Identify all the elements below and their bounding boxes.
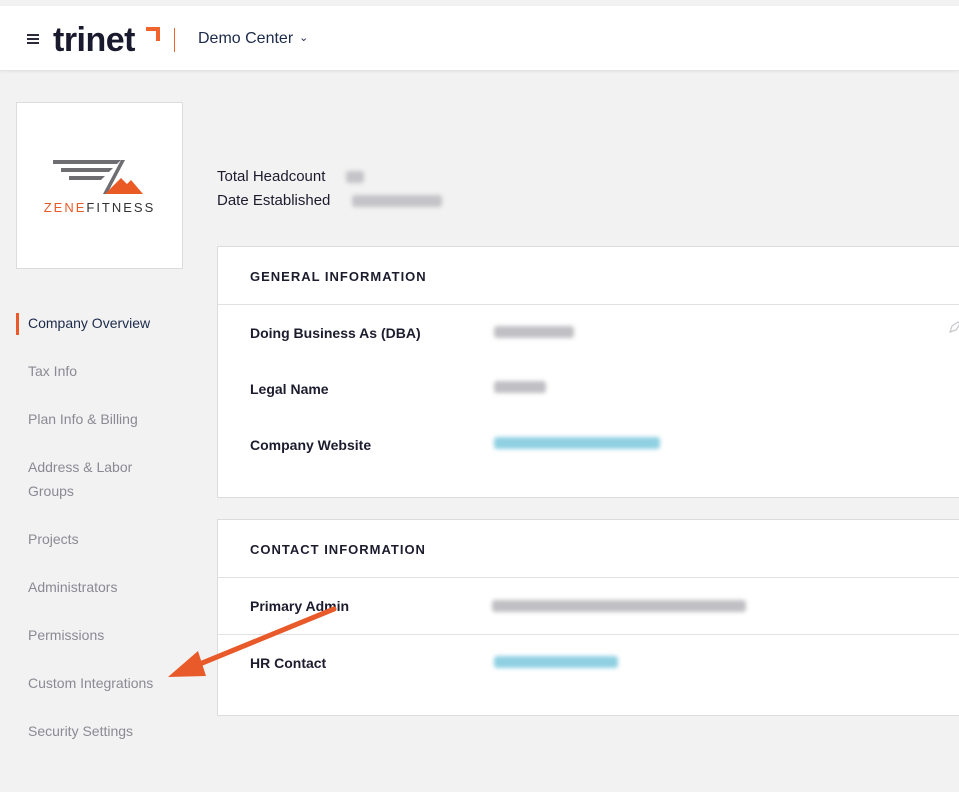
general-information-card: GENERAL INFORMATION Doing Business As (D… bbox=[217, 246, 959, 498]
primary-admin-label: Primary Admin bbox=[250, 598, 350, 614]
dba-label: Doing Business As (DBA) bbox=[250, 325, 421, 341]
hr-contact-label: HR Contact bbox=[250, 655, 327, 671]
edit-pencil-icon[interactable] bbox=[949, 321, 959, 333]
trinet-logo[interactable]: trinet bbox=[53, 20, 163, 60]
date-established-label: Date Established bbox=[217, 192, 331, 209]
sidebar-item-label: Tax Info bbox=[28, 363, 78, 379]
company-website-label: Company Website bbox=[250, 437, 372, 453]
hr-contact-link-redacted[interactable] bbox=[494, 656, 618, 668]
logo-corner-mark bbox=[146, 27, 160, 41]
contact-information-title: CONTACT INFORMATION bbox=[250, 542, 426, 557]
legal-name-value-redacted bbox=[494, 381, 546, 393]
sidebar-item-label: Administrators bbox=[28, 579, 118, 595]
account-switcher[interactable]: Demo Center ⌄ bbox=[198, 30, 308, 48]
zenefitness-logo-icon bbox=[53, 160, 143, 194]
sidebar-item-label: Plan Info & Billing bbox=[28, 411, 138, 427]
total-headcount-value-redacted bbox=[346, 171, 364, 183]
card-divider bbox=[218, 634, 959, 635]
sidebar-item-label: Projects bbox=[28, 531, 79, 547]
card-divider bbox=[218, 304, 959, 305]
card-divider bbox=[218, 577, 959, 578]
active-indicator bbox=[16, 313, 19, 335]
total-headcount-label: Total Headcount bbox=[217, 168, 326, 185]
company-website-link-redacted[interactable] bbox=[494, 437, 660, 449]
company-logo-wordmark: ZENEFITNESS bbox=[43, 200, 156, 215]
hamburger-icon[interactable] bbox=[27, 34, 39, 44]
app-header: trinet Demo Center ⌄ bbox=[0, 6, 959, 71]
date-established-value-redacted bbox=[352, 195, 442, 207]
sidebar-item-label: Security Settings bbox=[28, 723, 134, 739]
sidebar-item-label: Company Overview bbox=[28, 315, 151, 331]
company-logo-card: ZENEFITNESS bbox=[16, 102, 183, 269]
dba-value-redacted bbox=[494, 326, 574, 338]
primary-admin-value-redacted bbox=[492, 600, 746, 612]
sidebar-item-label: Address & Labor Groups bbox=[28, 459, 133, 499]
sidebar-item-label: Permissions bbox=[28, 627, 105, 643]
account-switcher-label: Demo Center bbox=[198, 30, 294, 47]
legal-name-label: Legal Name bbox=[250, 381, 329, 397]
header-divider bbox=[174, 28, 175, 52]
logo-wordmark: trinet bbox=[53, 21, 136, 59]
sidebar-item-label: Custom Integrations bbox=[28, 675, 154, 691]
general-information-title: GENERAL INFORMATION bbox=[250, 269, 427, 284]
chevron-down-icon: ⌄ bbox=[299, 32, 309, 44]
contact-information-card: CONTACT INFORMATION Primary Admin HR Con… bbox=[217, 519, 959, 716]
